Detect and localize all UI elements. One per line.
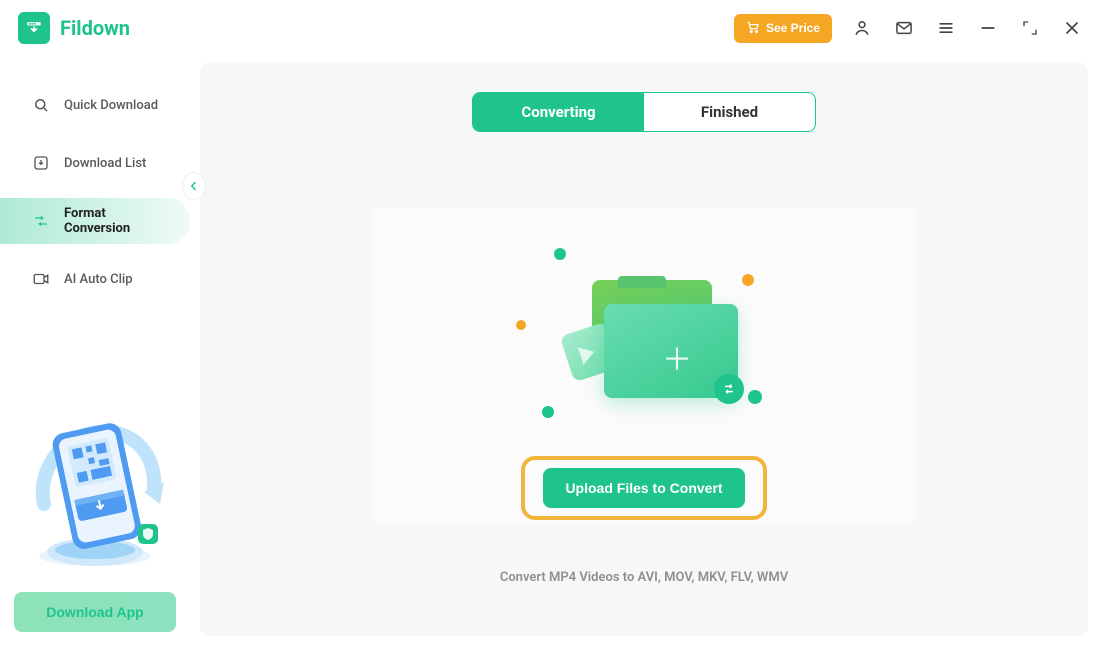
app-logo: Fildown (18, 12, 130, 44)
sidebar-item-download-list[interactable]: Download List (0, 140, 190, 186)
sidebar-item-label: Quick Download (64, 98, 158, 113)
window-controls (852, 18, 1082, 38)
logo-text: Fildown (60, 16, 130, 40)
sidebar: Quick Download Download List Format Conv… (0, 56, 190, 650)
tab-converting[interactable]: Converting (473, 93, 644, 131)
chevron-left-icon (187, 179, 201, 193)
search-icon (32, 96, 50, 114)
title-bar: Fildown See Price (0, 0, 1100, 56)
qr-promo-card (14, 408, 176, 578)
account-icon[interactable] (852, 18, 872, 38)
close-icon[interactable] (1062, 18, 1082, 38)
logo-mark-icon (18, 12, 50, 44)
sidebar-item-label: AI Auto Clip (64, 272, 133, 287)
supported-formats-text: Convert MP4 Videos to AVI, MOV, MKV, FLV… (500, 570, 788, 585)
sidebar-item-label: Format Conversion (64, 206, 172, 236)
upload-button-label: Upload Files to Convert (565, 480, 722, 496)
sidebar-item-label: Download List (64, 156, 146, 171)
upload-highlight-frame: Upload Files to Convert (521, 456, 766, 520)
video-clip-icon (32, 270, 50, 288)
tab-finished[interactable]: Finished (644, 93, 815, 131)
sidebar-item-ai-auto-clip[interactable]: AI Auto Clip (0, 256, 190, 302)
download-app-label: Download App (46, 604, 143, 620)
folder-illustration: ＋ (514, 236, 774, 426)
conversion-tabs: Converting Finished (472, 92, 816, 132)
tab-label: Finished (701, 103, 758, 121)
sidebar-item-format-conversion[interactable]: Format Conversion (0, 198, 190, 244)
main-panel: Converting Finished (200, 62, 1088, 636)
collapse-sidebar-button[interactable] (182, 172, 206, 200)
tab-label: Converting (521, 103, 595, 121)
menu-icon[interactable] (936, 18, 956, 38)
see-price-label: See Price (766, 21, 820, 35)
download-app-button[interactable]: Download App (14, 592, 176, 632)
sidebar-item-quick-download[interactable]: Quick Download (0, 82, 190, 128)
cart-icon (746, 20, 760, 37)
convert-icon (32, 212, 50, 230)
see-price-button[interactable]: See Price (734, 14, 832, 43)
maximize-icon[interactable] (1020, 18, 1040, 38)
minimize-icon[interactable] (978, 18, 998, 38)
upload-drop-area[interactable]: ＋ Upload Files to Convert (372, 208, 916, 524)
mail-icon[interactable] (894, 18, 914, 38)
download-list-icon (32, 154, 50, 172)
upload-files-button[interactable]: Upload Files to Convert (543, 468, 744, 508)
plus-icon: ＋ (662, 335, 692, 379)
swap-icon (714, 374, 744, 404)
